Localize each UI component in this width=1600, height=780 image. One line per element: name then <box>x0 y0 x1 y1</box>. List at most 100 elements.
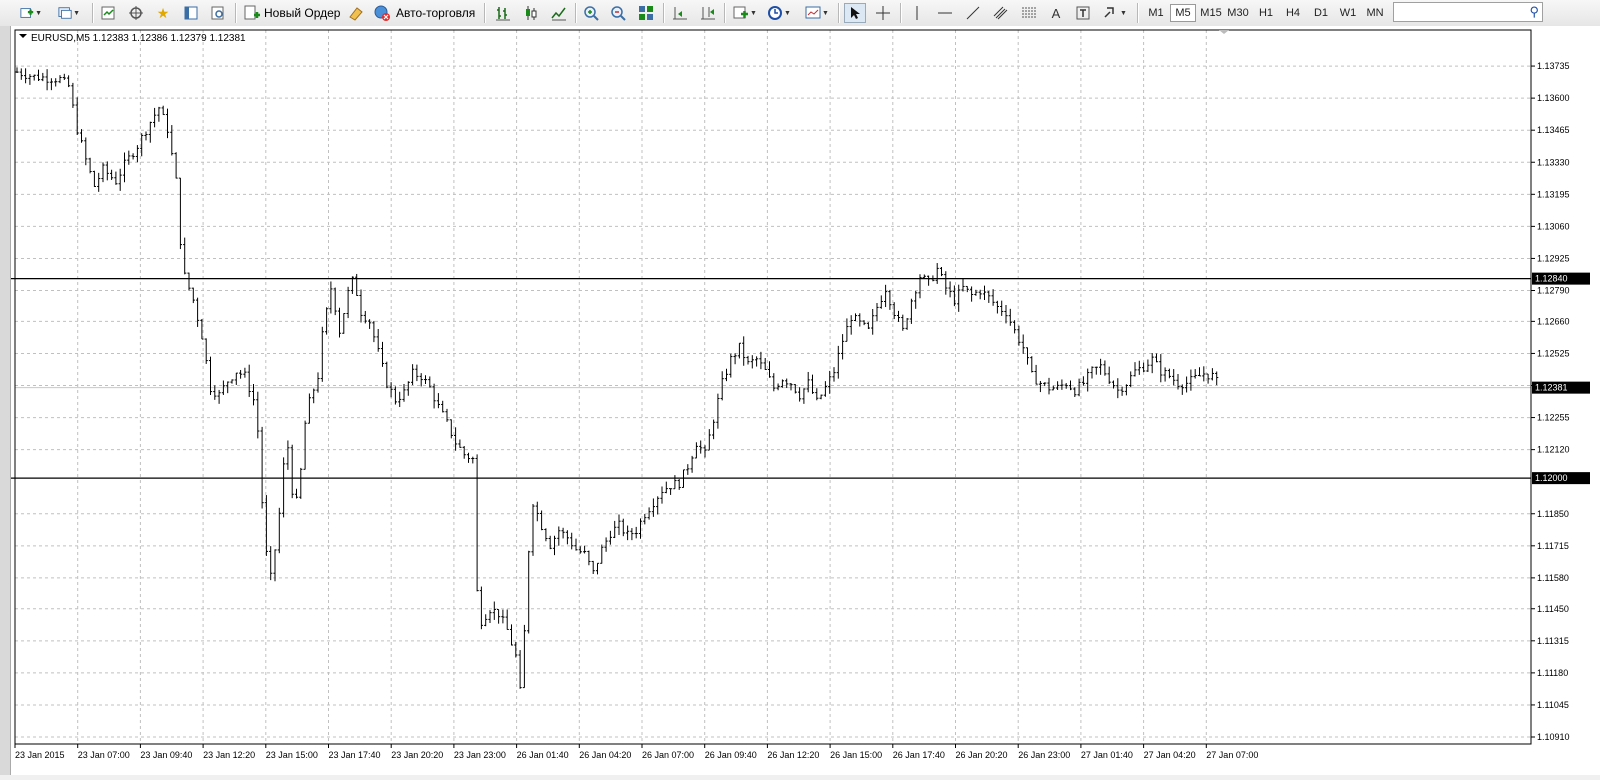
search-icon[interactable]: ⚲ <box>1529 4 1539 20</box>
timeframe-d1[interactable]: D1 <box>1308 4 1334 22</box>
y-tick-label: 1.12790 <box>1537 286 1570 296</box>
ohlc-bar <box>621 518 625 537</box>
ohlc-bar <box>393 386 397 405</box>
price-chart[interactable]: EURUSD,M5 1.12383 1.12386 1.12379 1.1238… <box>11 26 1600 775</box>
ohlc-bar <box>914 290 918 309</box>
vertical-line-icon[interactable] <box>906 3 928 23</box>
chart-shift-icon[interactable] <box>669 3 691 23</box>
ohlc-bar <box>1073 387 1077 398</box>
y-tick-label: 1.13600 <box>1537 93 1570 103</box>
ohlc-bar <box>294 488 299 499</box>
ohlc-bar <box>643 513 647 525</box>
ohlc-bar <box>995 300 999 314</box>
equidistant-channel-icon[interactable] <box>990 3 1012 23</box>
periods-clock-icon[interactable]: ▼ <box>764 3 794 23</box>
ohlc-bar <box>484 614 488 627</box>
timeframe-w1[interactable]: W1 <box>1335 4 1361 22</box>
ohlc-bar <box>634 526 638 539</box>
ohlc-bar <box>789 383 793 391</box>
ohlc-bar <box>965 285 969 293</box>
ohlc-bar <box>574 538 578 551</box>
new-order-icon <box>244 5 260 20</box>
timeframe-m15[interactable]: M15 <box>1198 4 1224 22</box>
new-chart-icon[interactable]: ▼ <box>20 3 42 23</box>
ohlc-bar <box>79 129 84 143</box>
bar-chart-icon[interactable] <box>492 3 514 23</box>
candlestick-chart-icon[interactable] <box>520 3 542 23</box>
trendline-icon[interactable] <box>962 3 984 23</box>
chart-shift-marker-icon[interactable] <box>1219 30 1229 34</box>
zoom-in-icon[interactable] <box>580 3 602 23</box>
timeframe-h1[interactable]: H1 <box>1253 4 1279 22</box>
left-panel-edge[interactable] <box>0 26 11 775</box>
ohlc-bar <box>1021 334 1025 354</box>
terminal-window-icon[interactable] <box>180 3 202 23</box>
ohlc-bar <box>531 503 535 556</box>
ohlc-bar <box>1210 368 1214 381</box>
text-icon[interactable]: A <box>1045 3 1067 23</box>
ohlc-bar <box>217 389 221 404</box>
ohlc-bar <box>67 75 71 88</box>
x-tick-label: 27 Jan 01:40 <box>1081 750 1133 760</box>
ohlc-bar <box>1206 373 1210 384</box>
ohlc-bar <box>389 382 393 398</box>
ohlc-bar <box>161 105 165 116</box>
ohlc-bar <box>62 73 66 81</box>
metaeditor-icon[interactable] <box>345 3 367 23</box>
chart-menu-arrow-icon[interactable] <box>19 34 27 38</box>
ohlc-bar <box>987 290 991 303</box>
text-label-icon[interactable] <box>1072 3 1094 23</box>
time-axis: 23 Jan 2015 23 Jan 07:00 23 Jan 09:40 23 Ja… <box>14 744 1258 760</box>
ohlc-bar <box>260 426 264 509</box>
ohlc-bar <box>1107 366 1111 385</box>
ohlc-bar <box>243 367 247 378</box>
y-tick-label: 1.11450 <box>1537 604 1569 614</box>
chart-window[interactable]: EURUSD,M5 1.12383 1.12386 1.12379 1.1238… <box>11 26 1600 775</box>
ohlc-bar <box>1167 368 1171 379</box>
ohlc-bar <box>918 274 922 299</box>
timeframe-h4[interactable]: H4 <box>1280 4 1306 22</box>
x-tick-label: 26 Jan 17:40 <box>893 750 945 760</box>
tile-windows-icon[interactable] <box>635 3 657 23</box>
zoom-out-icon[interactable] <box>607 3 629 23</box>
ohlc-bar <box>853 313 858 321</box>
ohlc-bar <box>703 445 707 458</box>
timeframe-m5[interactable]: M5 <box>1170 4 1196 22</box>
ohlc-bar <box>445 408 449 422</box>
navigator-icon[interactable] <box>125 3 147 23</box>
ohlc-bar <box>471 456 475 464</box>
ohlc-bar <box>36 69 41 81</box>
ohlc-bar <box>759 351 763 370</box>
favorites-star-icon[interactable]: ★ <box>152 3 174 23</box>
ohlc-bar <box>763 357 767 370</box>
ohlc-bar <box>333 287 337 316</box>
timeframe-mn[interactable]: MN <box>1362 4 1388 22</box>
ohlc-bar <box>896 310 901 322</box>
ohlc-bar <box>694 442 698 459</box>
new-order-button[interactable]: Новый Ордер <box>243 3 340 23</box>
fibonacci-icon[interactable] <box>1018 3 1040 23</box>
timeframe-m1[interactable]: M1 <box>1143 4 1169 22</box>
autoscroll-icon[interactable] <box>697 3 719 23</box>
profiles-icon[interactable]: ▼ <box>58 3 80 23</box>
cursor-arrow-icon[interactable] <box>844 3 866 23</box>
indicators-icon[interactable]: ▼ <box>730 3 760 23</box>
ohlc-bar <box>290 444 294 499</box>
strategy-tester-icon[interactable] <box>207 3 229 23</box>
search-input[interactable]: ⚲ <box>1393 2 1543 22</box>
ohlc-bar <box>49 78 53 91</box>
horizontal-line-icon[interactable] <box>934 3 956 23</box>
crosshair-icon[interactable] <box>872 3 894 23</box>
autotrading-button[interactable]: Авто-торговля <box>373 3 475 23</box>
y-tick-label: 1.11180 <box>1537 668 1568 678</box>
ohlc-bar <box>737 342 741 359</box>
ohlc-bar <box>122 152 127 183</box>
market-watch-icon[interactable] <box>97 3 119 23</box>
arrows-icon[interactable]: ▼ <box>1100 3 1130 23</box>
templates-icon[interactable]: ▼ <box>802 3 832 23</box>
timeframe-m30[interactable]: M30 <box>1225 4 1251 22</box>
ohlc-bar <box>540 510 544 531</box>
line-chart-icon[interactable] <box>548 3 570 23</box>
ohlc-bar <box>191 287 195 304</box>
ohlc-bar <box>165 108 170 139</box>
